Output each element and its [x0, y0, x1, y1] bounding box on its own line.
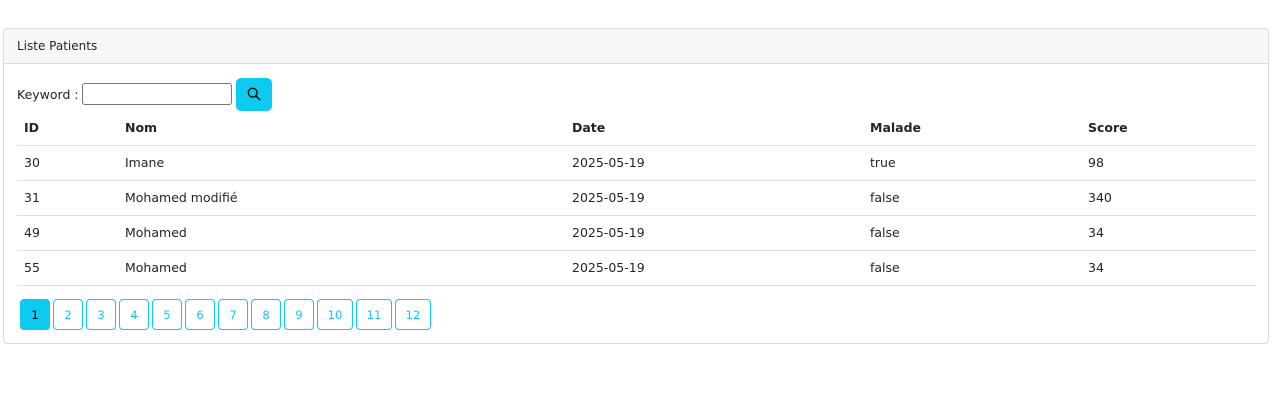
cell-score: 34 — [1081, 215, 1256, 251]
cell-id: 55 — [17, 250, 118, 286]
table-row: 55 Mohamed 2025-05-19 false 34 — [17, 250, 1256, 286]
cell-date: 2025-05-19 — [565, 180, 863, 216]
page-button-12[interactable]: 12 — [395, 299, 431, 330]
cell-id: 31 — [17, 180, 118, 216]
page-button-8[interactable]: 8 — [251, 299, 281, 330]
cell-score: 340 — [1081, 180, 1256, 216]
cell-score: 98 — [1081, 145, 1256, 181]
page-button-10[interactable]: 10 — [317, 299, 353, 330]
card-title: Liste Patients — [4, 29, 1268, 64]
page-button-3[interactable]: 3 — [86, 299, 116, 330]
cell-malade: false — [863, 180, 1081, 216]
page-button-6[interactable]: 6 — [185, 299, 215, 330]
cell-nom: Imane — [118, 145, 565, 181]
column-header-score: Score — [1081, 111, 1256, 146]
cell-score: 34 — [1081, 250, 1256, 286]
cell-nom: Mohamed — [118, 250, 565, 286]
keyword-input[interactable] — [81, 83, 232, 105]
page-button-5[interactable]: 5 — [152, 299, 182, 330]
column-header-nom: Nom — [118, 111, 565, 146]
page-button-2[interactable]: 2 — [53, 299, 83, 330]
search-icon — [247, 87, 260, 101]
search-button[interactable] — [235, 77, 272, 111]
patients-table: ID Nom Date Malade Score 30 Imane 2025-0… — [17, 111, 1256, 286]
page-button-11[interactable]: 11 — [356, 299, 392, 330]
cell-malade: false — [863, 250, 1081, 286]
table-row: 30 Imane 2025-05-19 true 98 — [17, 145, 1256, 181]
cell-id: 30 — [17, 145, 118, 181]
cell-date: 2025-05-19 — [565, 215, 863, 251]
cell-date: 2025-05-19 — [565, 250, 863, 286]
page-button-1[interactable]: 1 — [20, 299, 50, 330]
keyword-label: Keyword : — [17, 86, 79, 102]
column-header-malade: Malade — [863, 111, 1081, 146]
table-header-row: ID Nom Date Malade Score — [17, 111, 1256, 146]
column-header-date: Date — [565, 111, 863, 146]
cell-malade: true — [863, 145, 1081, 181]
column-header-id: ID — [17, 111, 118, 146]
page-button-7[interactable]: 7 — [218, 299, 248, 330]
table-row: 49 Mohamed 2025-05-19 false 34 — [17, 215, 1256, 251]
page-button-4[interactable]: 4 — [119, 299, 149, 330]
cell-nom: Mohamed — [118, 215, 565, 251]
search-form: Keyword : — [17, 77, 272, 111]
table-row: 31 Mohamed modifié 2025-05-19 false 340 — [17, 180, 1256, 216]
pagination: 1 2 3 4 5 6 7 8 9 10 11 12 — [20, 299, 431, 330]
cell-date: 2025-05-19 — [565, 145, 863, 181]
cell-malade: false — [863, 215, 1081, 251]
patients-card: Liste Patients Keyword : ID Nom Date Mal… — [3, 28, 1269, 344]
cell-nom: Mohamed modifié — [118, 180, 565, 216]
page-button-9[interactable]: 9 — [284, 299, 314, 330]
cell-id: 49 — [17, 215, 118, 251]
